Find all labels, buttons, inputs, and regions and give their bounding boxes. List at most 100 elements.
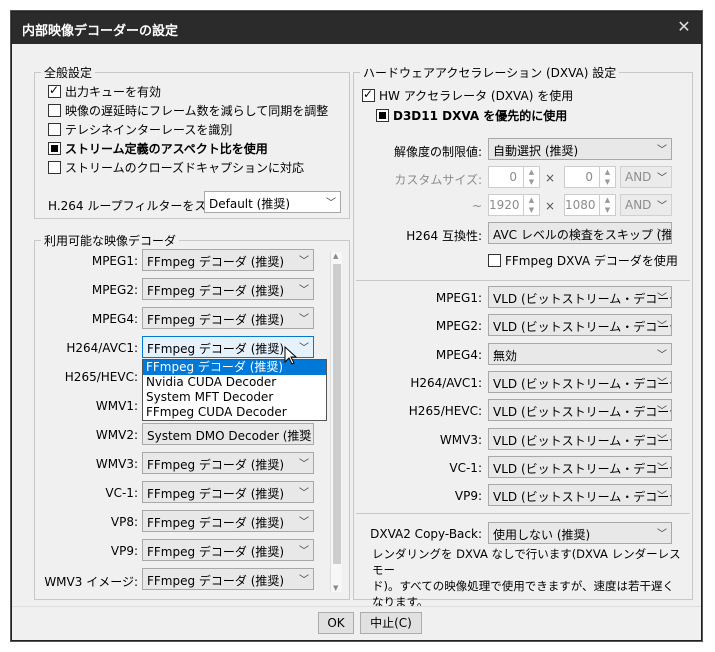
scroll-down-icon[interactable]: ▼ [333,584,338,592]
decoder-label: H264/AVC1: [66,341,138,355]
scrollbar-thumb[interactable] [333,264,341,564]
hw-decoder-value: VLD (ビットストリーム・デコーディ [493,292,671,306]
chevron-down-icon: ﹀ [657,435,667,446]
hw-decoder-label: WMV3: [439,433,482,447]
hw-decoder-label: MPEG2: [435,319,482,333]
and-value-1: AND [625,170,652,184]
min-height-spinner[interactable]: 0 ▲ ▼ [564,166,616,188]
and-value-2: AND [625,198,652,212]
decoder-label: MPEG2: [91,283,138,297]
hw-decoder-select[interactable]: VLD (ビットストリーム・デコーディ﹀ [488,484,672,506]
ffmpeg-dxva-checkbox[interactable]: FFmpeg DXVA デコーダを使用 [488,251,678,269]
decoder-select[interactable]: FFmpeg デコーダ (推奨) ﹀ [142,452,314,474]
hw-decoder-select[interactable]: VLD (ビットストリーム・デコーディ﹀ [488,456,672,478]
h264-compat-select[interactable]: AVC レベルの検査をスキップ (推 ﹀ [488,222,672,244]
decoder-select[interactable]: FFmpeg デコーダ (推奨) ﹀ [142,481,314,503]
hw-accel-checkbox[interactable]: HW アクセラレータ (DXVA) を使用 [362,86,573,104]
hw-decoder-select[interactable]: 無効 ﹀ [488,343,672,365]
note-line: レンダリングを DXVA なしで行います(DXVA レンダーレスモー [372,547,681,577]
general-checkbox[interactable]: 出力キューを有効 [48,82,161,100]
chevron-down-icon: ﹀ [299,314,309,325]
decoder-label: H265/HEVC: [64,370,138,384]
hw-decoder-value: VLD (ビットストリーム・デコーディ [493,405,671,419]
dropdown-option[interactable]: System MFT Decoder [143,390,326,405]
chevron-down-icon: ﹀ [299,256,309,267]
loopfilter-value: Default (推奨) [209,197,291,211]
title-bar: 内部映像デコーダーの設定 ✕ [12,12,701,44]
min-width-value: 0 [509,170,517,184]
max-height-spinner[interactable]: 1080 ▲ ▼ [564,194,616,216]
decoders-scrollbar[interactable]: ▲ ▼ [330,252,342,592]
min-width-spinner[interactable]: 0 ▲ ▼ [488,166,540,188]
spin-arrows-icon[interactable]: ▲ ▼ [599,167,615,187]
decoder-select[interactable]: System DMO Decoder (推奨 ﹀ [142,423,314,445]
hw-decoder-select[interactable]: VLD (ビットストリーム・デコーディ﹀ [488,428,672,450]
chevron-down-icon: ﹀ [299,488,309,499]
copyback-label: DXVA2 Copy-Back: [370,527,482,541]
dropdown-option[interactable]: FFmpeg デコーダ (推奨) [143,360,326,375]
decoder-select[interactable]: FFmpeg デコーダ (推奨) ﹀ [142,278,314,300]
chevron-down-icon: ﹀ [299,285,309,296]
general-checkbox[interactable]: ストリームのクローズドキャプションに対応 [48,158,304,176]
loopfilter-select[interactable]: Default (推奨) ﹀ [204,191,341,213]
chevron-down-icon: ﹀ [657,145,667,156]
chevron-down-icon: ﹀ [657,293,667,304]
divider [356,513,690,514]
window-title: 内部映像デコーダーの設定 [22,24,179,39]
chevron-down-icon: ﹀ [657,350,667,361]
resolution-value: 自動選択 (推奨) [493,144,579,158]
resolution-label: 解像度の制限値: [393,145,482,159]
decoder-value: FFmpeg デコーダ (推奨) [147,458,285,472]
decoder-select[interactable]: FFmpeg デコーダ (推奨) ﹀ [142,539,314,561]
spin-arrows-icon[interactable]: ▲ ▼ [523,195,539,215]
decoder-select[interactable]: FFmpeg デコーダ (推奨) ﹀ [142,249,314,271]
hw-decoder-value: VLD (ビットストリーム・デコーディ [493,490,671,504]
max-width-spinner[interactable]: 1920 ▲ ▼ [488,194,540,216]
dropdown-option[interactable]: FFmpeg CUDA Decoder [143,405,326,420]
decoder-value: FFmpeg デコーダ (推奨) [147,516,285,530]
decoder-value: FFmpeg デコーダ (推奨) [147,313,285,327]
copyback-select[interactable]: 使用しない (推奨) ﹀ [488,522,672,544]
hw-decoder-label: H265/HEVC: [408,404,482,418]
and-select-1[interactable]: AND ﹀ [620,166,672,188]
min-height-value: 0 [585,170,593,184]
hw-decoder-value: VLD (ビットストリーム・デコーディ [493,377,671,391]
chevron-down-icon: ﹀ [299,459,309,470]
decoders-legend: 利用可能な映像デコーダ [44,234,177,248]
close-icon[interactable]: ✕ [673,16,695,38]
decoder-select[interactable]: FFmpeg デコーダ (推奨) ﹀ [142,510,314,532]
general-checkbox[interactable]: 映像の遅延時にフレーム数を減らして同期を調整 [48,101,328,119]
hw-decoder-select[interactable]: VLD (ビットストリーム・デコーディ﹀ [488,371,672,393]
d3d11-label: D3D11 DXVA を優先的に使用 [393,108,568,123]
spin-arrows-icon[interactable]: ▲ ▼ [523,167,539,187]
decoder-label: WMV1: [95,399,138,413]
dropdown-option[interactable]: Nvidia CUDA Decoder [143,375,326,390]
and-select-2[interactable]: AND ﹀ [620,194,672,216]
copyback-note: レンダリングを DXVA なしで行います(DXVA レンダーレスモー ド)。すべ… [372,546,692,610]
decoder-select[interactable]: FFmpeg デコーダ (推奨) ﹀ [142,307,314,329]
resolution-select[interactable]: 自動選択 (推奨) ﹀ [488,138,672,160]
h264-compat-value: AVC レベルの検査をスキップ (推 [493,228,672,242]
general-checkbox[interactable]: ストリーム定義のアスペクト比を使用 [48,139,268,157]
hw-decoder-select[interactable]: VLD (ビットストリーム・デコーディ﹀ [488,399,672,421]
hw-decoder-value: 無効 [493,349,518,363]
hw-accel-label: HW アクセラレータ (DXVA) を使用 [379,88,574,103]
h264-compat-label: H264 互換性: [406,229,482,243]
decoder-select[interactable]: FFmpeg デコーダ (推奨) ﹀ [142,568,314,590]
d3d11-checkbox[interactable]: D3D11 DXVA を優先的に使用 [376,106,567,124]
general-settings-legend: 全般設定 [44,66,93,80]
spin-arrows-icon[interactable]: ▲ ▼ [599,195,615,215]
note-line: ド)。すべての映像処理で使用できますが、速度は若干遅く [372,579,674,593]
hw-decoder-value: VLD (ビットストリーム・デコーディ [493,320,671,334]
general-checkbox[interactable]: テレシネインターレースを識別 [48,120,232,138]
decoder-dropdown-list[interactable]: FFmpeg デコーダ (推奨) Nvidia CUDA Decoder Syste… [142,359,327,421]
cancel-button[interactable]: 中止(C) [360,612,422,634]
hw-decoder-select[interactable]: VLD (ビットストリーム・デコーディ﹀ [488,314,672,336]
ffmpeg-dxva-label: FFmpeg DXVA デコーダを使用 [505,253,678,268]
ok-button[interactable]: OK [318,612,354,634]
hw-decoder-select[interactable]: VLD (ビットストリーム・デコーディ﹀ [488,286,672,308]
decoder-value: FFmpeg デコーダ (推奨) [147,342,285,356]
scroll-up-icon[interactable]: ▲ [333,252,338,260]
custom-size-label: カスタムサイズ: [394,173,482,187]
chevron-down-icon: ﹀ [657,321,667,332]
